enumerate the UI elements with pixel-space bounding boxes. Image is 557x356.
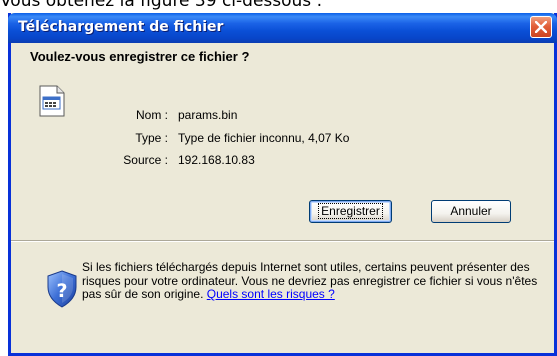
close-icon [535,21,547,33]
file-name-value: params.bin [178,108,238,122]
file-type-label: Type : [135,131,168,145]
file-type-row: Type : Type de fichier inconnu, 4,07 Ko [11,131,554,147]
close-button[interactable] [530,16,552,38]
security-warning-text: Si les fichiers téléchargés depuis Inter… [82,260,548,302]
cancel-button[interactable]: Annuler [431,200,511,223]
save-button-label: Enregistrer [318,203,383,219]
file-source-value: 192.168.10.83 [178,153,255,167]
file-source-label: Source : [123,153,168,167]
document-text-fragment: Vous obtenez la figure 39 ci-dessous : [0,0,323,11]
shield-icon: ? [46,270,78,308]
file-download-dialog: Téléchargement de fichier Voulez-vous en… [8,13,557,356]
save-button[interactable]: Enregistrer [309,200,392,223]
svg-text:?: ? [56,280,67,302]
file-type-value: Type de fichier inconnu, 4,07 Ko [178,131,350,145]
risks-link[interactable]: Quels sont les risques ? [207,287,335,301]
title-bar[interactable]: Téléchargement de fichier [8,13,557,43]
file-name-label: Nom : [135,108,168,122]
dialog-question: Voulez-vous enregistrer ce fichier ? [30,49,250,64]
divider-highlight [11,241,554,242]
file-source-row: Source : 192.168.10.83 [11,153,554,169]
dialog-title: Téléchargement de fichier [18,19,224,35]
file-name-row: Nom : params.bin [11,108,554,124]
